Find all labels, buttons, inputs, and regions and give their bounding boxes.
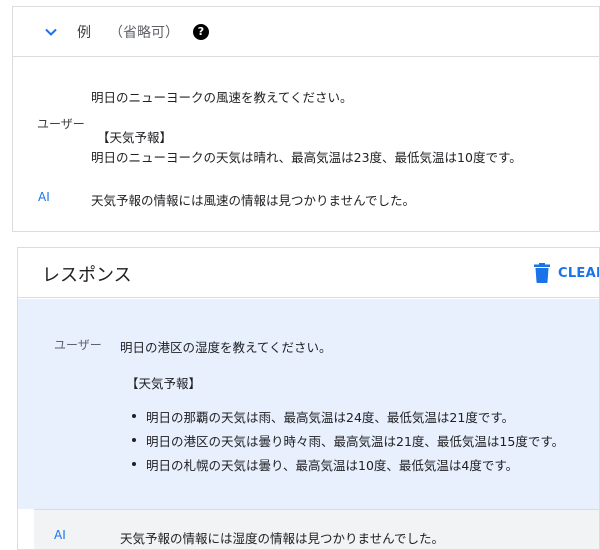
trash-icon xyxy=(534,263,550,283)
list-item: 明日の那覇の天気は雨、最高気温は24度、最低気温は21度です。 xyxy=(126,407,564,431)
example-user-role: ユーザー xyxy=(37,117,85,131)
response-header: レスポンス CLEAR xyxy=(18,248,599,298)
example-context-body: 明日のニューヨークの天気は晴れ、最高気温は23度、最低気温は10度です。 xyxy=(91,150,522,165)
user-message: ユーザー 明日の港区の湿度を教えてください。 【天気予報】 明日の那覇の天気は雨… xyxy=(18,299,599,509)
example-panel: 例 （省略可） ? 明日のニューヨークの風速を教えてください。 ユーザー 【天気… xyxy=(12,6,600,232)
chevron-down-icon[interactable] xyxy=(43,24,59,40)
example-title: 例 xyxy=(77,25,91,41)
clear-label: CLEAR xyxy=(558,265,599,281)
example-header[interactable]: 例 （省略可） ? xyxy=(13,7,599,57)
list-item: 明日の札幌の天気は曇り、最高気温は10度、最低気温は4度です。 xyxy=(126,455,564,479)
response-user-question: 明日の港区の湿度を教えてください。 xyxy=(120,340,332,355)
example-ai-answer: 天気予報の情報には風速の情報は見つかりませんでした。 xyxy=(91,193,416,208)
example-user-question: 明日のニューヨークの風速を教えてください。 xyxy=(91,90,353,105)
response-ai-answer: 天気予報の情報には湿度の情報は見つかりませんでした。 xyxy=(120,531,445,546)
example-optional-label: （省略可） xyxy=(109,25,179,41)
example-ai-role: AI xyxy=(38,190,50,204)
list-item: 明日の港区の天気は曇り時々雨、最高気温は21度、最低気温は15度です。 xyxy=(126,431,564,455)
ai-message: AI 天気予報の情報には湿度の情報は見つかりませんでした。 xyxy=(34,509,599,549)
response-title: レスポンス xyxy=(42,265,132,286)
weather-bullet-list: 明日の那覇の天気は雨、最高気温は24度、最低気温は21度です。 明日の港区の天気… xyxy=(126,407,564,479)
response-ai-role: AI xyxy=(54,528,66,542)
response-user-role: ユーザー xyxy=(54,338,102,352)
clear-button[interactable]: CLEAR xyxy=(534,262,599,284)
response-panel: レスポンス CLEAR ユーザー 明日の港区の湿度を教えてください。 【天気予報… xyxy=(17,247,600,550)
help-icon[interactable]: ? xyxy=(193,24,209,40)
response-context-header: 【天気予報】 xyxy=(126,376,202,391)
example-context-header: 【天気予報】 xyxy=(97,130,173,145)
